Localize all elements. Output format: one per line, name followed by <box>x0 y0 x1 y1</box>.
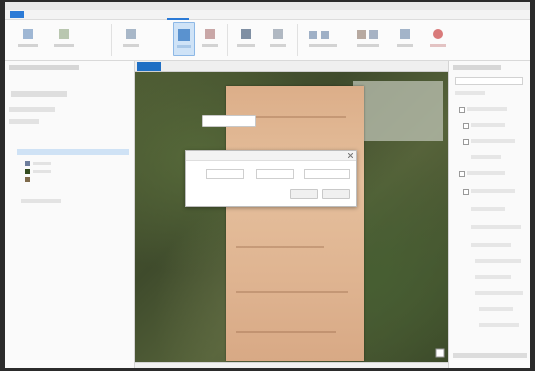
tree-expand-icon[interactable] <box>463 189 469 195</box>
pane-footer <box>453 353 527 358</box>
close-icon <box>430 29 446 47</box>
tree-item[interactable] <box>479 323 519 327</box>
tree-item[interactable] <box>479 307 513 311</box>
pane-toolbar[interactable] <box>11 91 67 97</box>
ribbon-button[interactable] <box>305 25 341 53</box>
tree-item[interactable] <box>471 225 521 229</box>
tree-item[interactable] <box>467 107 507 111</box>
tree-item[interactable] <box>471 123 505 127</box>
imagery-overlay <box>353 81 443 141</box>
tree-item[interactable] <box>475 275 511 279</box>
tool-icon <box>357 30 379 47</box>
legend-label <box>33 162 51 165</box>
contents-pane <box>5 61 135 368</box>
tool-icon <box>309 31 337 47</box>
pane-title <box>9 65 79 70</box>
legend-swatch <box>25 177 30 182</box>
map-corner-icon[interactable] <box>435 348 445 358</box>
close-georeference-button[interactable] <box>427 25 449 53</box>
ribbon-tab-bar <box>5 10 530 20</box>
tool-icon <box>202 29 218 47</box>
ribbon-button[interactable] <box>13 25 43 53</box>
ribbon-tab[interactable] <box>29 11 47 18</box>
ribbon <box>5 20 530 61</box>
tree-item[interactable] <box>471 243 511 247</box>
list-item[interactable] <box>9 107 55 112</box>
ribbon-tab-georeference[interactable] <box>167 11 189 20</box>
ribbon-button[interactable] <box>353 25 383 53</box>
tool-icon <box>270 29 286 47</box>
dialog-header <box>186 151 356 161</box>
catalog-pane <box>448 61 530 368</box>
ribbon-button[interactable] <box>199 25 221 53</box>
ribbon-tab[interactable] <box>52 11 70 18</box>
map-view-tab[interactable] <box>137 62 161 71</box>
map-callout <box>202 115 256 127</box>
tree-item[interactable] <box>471 155 501 159</box>
status-bar <box>135 362 448 368</box>
dialog-ok-button[interactable] <box>290 189 318 199</box>
map-view[interactable] <box>135 72 448 362</box>
legend-swatch <box>25 169 30 174</box>
ribbon-button[interactable] <box>49 25 79 53</box>
georeference-icon <box>177 29 191 48</box>
ribbon-button[interactable] <box>393 25 417 53</box>
tree-expand-icon[interactable] <box>459 107 465 113</box>
tree-item[interactable] <box>471 189 515 193</box>
ribbon-tab-file[interactable] <box>10 11 24 18</box>
legend-swatch <box>25 161 30 166</box>
tool-icon <box>54 29 74 47</box>
ribbon-tab[interactable] <box>98 11 116 18</box>
tool-icon <box>237 29 255 47</box>
pane-search-input[interactable] <box>455 77 523 85</box>
legend-label <box>33 170 51 173</box>
tool-icon <box>123 29 139 47</box>
ribbon-button[interactable] <box>233 25 259 53</box>
dialog-field[interactable] <box>206 169 244 179</box>
tree-item[interactable] <box>467 171 505 175</box>
list-item[interactable] <box>21 199 61 203</box>
dialog-cancel-button[interactable] <box>322 189 350 199</box>
map-tab-bar <box>135 61 448 72</box>
tree-expand-icon[interactable] <box>459 171 465 177</box>
georeference-button[interactable] <box>173 22 195 56</box>
ribbon-tab[interactable] <box>144 11 162 18</box>
georeference-dialog <box>185 150 357 207</box>
dialog-field[interactable] <box>256 169 294 179</box>
ribbon-button[interactable] <box>267 25 289 53</box>
tree-item[interactable] <box>475 291 523 295</box>
ribbon-button[interactable] <box>119 25 143 53</box>
scanned-map-image[interactable] <box>226 86 364 361</box>
tool-icon <box>397 29 413 47</box>
list-item[interactable] <box>455 91 485 95</box>
ribbon-tab[interactable] <box>75 11 93 18</box>
ribbon-tab[interactable] <box>121 11 139 18</box>
dialog-field[interactable] <box>304 169 350 179</box>
close-icon[interactable] <box>348 153 353 158</box>
tree-expand-icon[interactable] <box>463 123 469 129</box>
pane-title <box>453 65 501 70</box>
tree-expand-icon[interactable] <box>463 139 469 145</box>
tool-icon <box>18 29 38 47</box>
tree-item[interactable] <box>475 259 521 263</box>
list-item[interactable] <box>9 119 39 124</box>
selected-layer[interactable] <box>17 149 129 155</box>
tree-item[interactable] <box>471 139 515 143</box>
tree-item[interactable] <box>471 207 505 211</box>
